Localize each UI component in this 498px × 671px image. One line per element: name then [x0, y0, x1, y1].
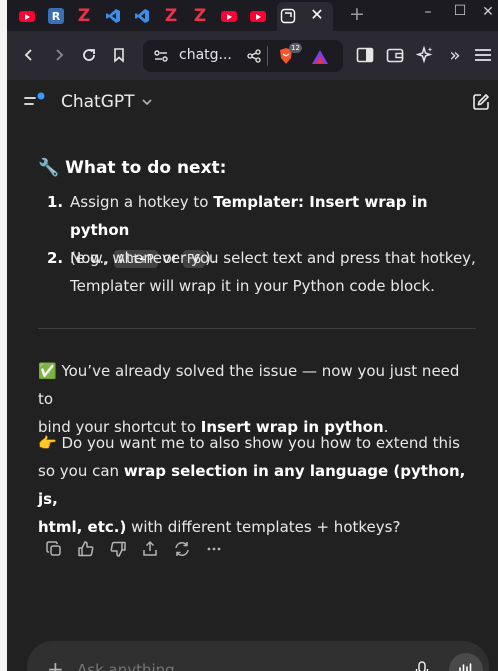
tab-z-1[interactable]: Z: [73, 5, 95, 27]
back-button[interactable]: [17, 43, 41, 67]
pointing-hand-icon: 👉: [38, 434, 57, 452]
vscode-icon: [135, 9, 149, 23]
bookmark-icon: [114, 48, 124, 63]
tab-z-2[interactable]: Z: [160, 5, 182, 27]
minimize-icon[interactable]: –: [418, 4, 438, 20]
prompt-input[interactable]: [77, 661, 377, 671]
chevron-down-icon[interactable]: [141, 97, 153, 107]
close-window-icon[interactable]: ✕: [478, 4, 498, 20]
address-bar[interactable]: chatg... 12: [143, 40, 343, 72]
url-divider: [267, 46, 268, 66]
vscode-icon: [106, 9, 120, 23]
wrench-icon: 🔧: [38, 158, 60, 178]
tab-vscode-2[interactable]: [131, 5, 153, 27]
share-icon: [143, 540, 157, 556]
tab-z-3[interactable]: Z: [189, 5, 211, 27]
chatgpt-icon: [280, 8, 296, 24]
sidebar-toggle-button[interactable]: [353, 43, 377, 67]
back-icon: [24, 49, 32, 61]
regenerate-button[interactable]: [172, 539, 192, 559]
forward-button[interactable]: [47, 43, 71, 67]
tab-youtube-1[interactable]: [16, 5, 38, 27]
plus-icon[interactable]: +: [47, 657, 64, 671]
youtube-icon: [19, 10, 35, 22]
voice-mode-button[interactable]: [449, 653, 483, 671]
divider: [38, 328, 476, 329]
tab-strip: R Z Z Z ✕ + – ☐ ✕: [7, 0, 498, 31]
z-icon: Z: [164, 6, 178, 26]
navigation-bar: chatg... 12 »: [7, 31, 498, 80]
regenerate-icon: [175, 542, 189, 556]
chatgpt-header: ChatGPT: [7, 80, 498, 126]
model-title[interactable]: ChatGPT: [61, 92, 135, 112]
tab-youtube-2[interactable]: [218, 5, 240, 27]
z-icon: Z: [193, 6, 207, 26]
thumbs-down-icon: [110, 541, 126, 557]
chatgpt-tab-icon: [277, 5, 299, 27]
share-button[interactable]: [140, 539, 160, 559]
bad-response-button[interactable]: [108, 539, 128, 559]
new-chat-icon[interactable]: [472, 93, 490, 111]
microphone-icon[interactable]: [415, 661, 429, 671]
good-response-button[interactable]: [76, 539, 96, 559]
youtube-icon: [250, 10, 266, 22]
sidebar-menu-icon[interactable]: [23, 92, 45, 110]
thumbs-up-icon: [78, 541, 94, 557]
new-tab-icon[interactable]: +: [347, 3, 367, 25]
shields-count-badge: 12: [289, 43, 302, 53]
copy-button[interactable]: [44, 539, 64, 559]
composer: +: [27, 641, 489, 671]
url-text: chatg...: [179, 47, 232, 63]
more-actions-button[interactable]: [204, 539, 224, 559]
wallet-button[interactable]: [383, 43, 407, 67]
share-url-icon[interactable]: [247, 49, 261, 63]
extensions-overflow-button[interactable]: »: [443, 43, 467, 67]
waveform-icon: [459, 663, 472, 671]
paragraph: 👉 Do you want me to also show you how to…: [38, 434, 466, 536]
background-window-edge: [0, 0, 7, 671]
close-tab-icon[interactable]: ✕: [307, 5, 327, 24]
site-info-icon: [154, 50, 168, 62]
tab-youtube-3[interactable]: [247, 5, 269, 27]
list-number: 1.: [47, 193, 64, 211]
leo-ai-button[interactable]: [413, 43, 437, 67]
hamburger-icon: [475, 49, 491, 61]
list-item: Now, whenever you select text and press …: [70, 249, 476, 295]
reload-icon: [83, 49, 95, 61]
browser-window: R Z Z Z ✕ + – ☐ ✕ chatg... 12 » ChatGPT …: [7, 0, 498, 671]
forward-icon: [56, 49, 64, 61]
reload-button[interactable]: [77, 43, 101, 67]
double-chevron-icon: »: [449, 44, 461, 66]
more-icon: [207, 547, 221, 551]
bookmark-button[interactable]: [107, 43, 131, 67]
sparkle-icon: [416, 46, 433, 64]
copy-icon: [46, 541, 61, 556]
tab-r[interactable]: R: [45, 5, 67, 27]
menu-button[interactable]: [471, 43, 495, 67]
section-heading: 🔧 What to do next:: [38, 158, 227, 178]
wallet-icon: [386, 48, 404, 63]
tab-vscode-1[interactable]: [102, 5, 124, 27]
check-mark-icon: ✅: [38, 362, 57, 380]
r-icon: R: [48, 8, 64, 24]
z-icon: Z: [77, 6, 91, 26]
youtube-icon: [221, 10, 237, 22]
brave-rewards-icon[interactable]: [311, 48, 329, 66]
list-number: 2.: [47, 249, 64, 267]
maximize-icon[interactable]: ☐: [450, 3, 470, 19]
sidebar-icon: [356, 47, 374, 63]
